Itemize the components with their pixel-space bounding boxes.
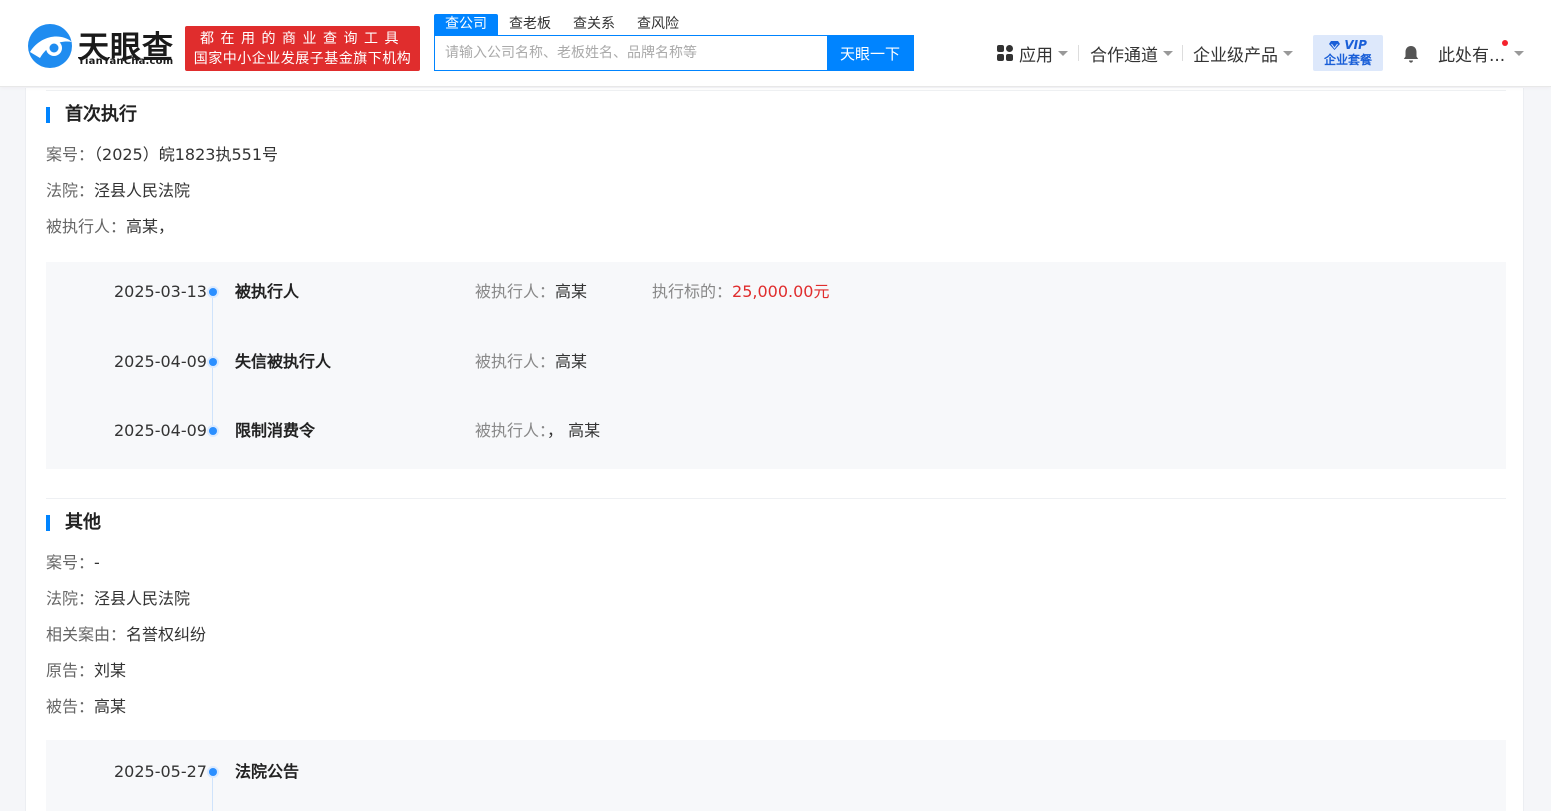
defendant-field: 被告：高某 xyxy=(46,696,126,718)
field-key: 相关案由： xyxy=(46,625,127,644)
logo-eye-icon xyxy=(28,24,72,68)
field-value: 泾县人民法院 xyxy=(94,181,191,200)
timeline-item[interactable]: 2025-04-09 失信被执行人 被执行人：高某 xyxy=(46,350,1506,374)
field-value: 名誉权纠纷 xyxy=(126,625,207,644)
vip-subtitle: 企业套餐 xyxy=(1323,53,1372,67)
tab-search-relation[interactable]: 查关系 xyxy=(562,14,626,35)
field-key: 案号： xyxy=(46,145,95,164)
nav-channel[interactable]: 合作通道 xyxy=(1090,35,1173,71)
court-field: 法院：泾县人民法院 xyxy=(46,180,190,202)
nav-channel-label: 合作通道 xyxy=(1090,45,1158,66)
timeline-item[interactable]: 2025-05-27 法院公告 xyxy=(46,760,1506,784)
nav-apps-label: 应用 xyxy=(1019,45,1053,66)
tab-search-boss[interactable]: 查老板 xyxy=(498,14,562,35)
timeline-date: 2025-04-09 xyxy=(114,352,207,371)
chevron-down-icon xyxy=(1514,50,1525,56)
timeline-date: 2025-04-09 xyxy=(114,421,207,440)
timeline-type: 限制消费令 xyxy=(235,421,316,440)
field-key: 原告： xyxy=(46,661,95,680)
timeline-party: 被执行人：高某 xyxy=(475,352,588,371)
search-box: 天眼一下 xyxy=(434,35,914,71)
case-number-field: 案号：- xyxy=(46,552,100,574)
user-menu[interactable]: 此处有... xyxy=(1438,35,1525,71)
vip-label: VIP xyxy=(1313,37,1383,53)
field-value: 高某 xyxy=(94,697,127,716)
nav-enterprise[interactable]: 企业级产品 xyxy=(1193,35,1293,71)
notification-dot xyxy=(1502,40,1508,46)
chevron-down-icon xyxy=(1058,50,1068,56)
field-value: 泾县人民法院 xyxy=(94,589,191,608)
timeline-item[interactable]: 2025-04-09 限制消费令 被执行人：， 高某 xyxy=(46,419,1506,443)
field-key: 被执行人： xyxy=(46,217,127,236)
tianyancha-logo[interactable]: 天眼查 TianYanCha.com xyxy=(26,22,176,72)
vip-enterprise-button[interactable]: VIP 企业套餐 xyxy=(1313,35,1383,71)
nav-divider xyxy=(1078,45,1079,61)
timeline-item[interactable]: 2025-03-13 被执行人 被执行人：高某 执行标的：25,000.00元 xyxy=(46,280,1506,304)
field-value: - xyxy=(94,553,100,572)
plaintiff-field: 原告：刘某 xyxy=(46,660,126,682)
field-value: 高某， xyxy=(126,217,175,236)
court-field: 法院：泾县人民法院 xyxy=(46,588,190,610)
executed-person-field: 被执行人：高某， xyxy=(46,216,174,238)
field-value: （2025）皖1823执551号 xyxy=(94,145,278,164)
bell-icon[interactable] xyxy=(1401,44,1421,64)
field-key: 案号： xyxy=(46,553,95,572)
timeline-date: 2025-05-27 xyxy=(114,762,207,781)
nav-divider xyxy=(1182,45,1183,61)
divider xyxy=(46,90,1506,91)
slogan-line-2: 国家中小企业发展子基金旗下机构 xyxy=(193,51,412,67)
chevron-down-icon xyxy=(1163,50,1173,56)
other-timeline: 2025-05-27 法院公告 xyxy=(46,740,1506,811)
main-nav: 应用 合作通道 企业级产品 xyxy=(996,35,1296,71)
timeline-dot xyxy=(209,288,217,296)
timeline-dot xyxy=(209,768,217,776)
logo-domain: TianYanCha.com xyxy=(78,56,174,67)
field-key: 法院： xyxy=(46,181,95,200)
field-value: 刘某 xyxy=(94,661,127,680)
slogan-banner: 都在用的商业查询工具 国家中小企业发展子基金旗下机构 xyxy=(185,26,420,71)
nav-apps[interactable]: 应用 xyxy=(996,35,1068,71)
section-title-other: 其他 xyxy=(46,513,101,533)
timeline-amount: 执行标的：25,000.00元 xyxy=(652,282,830,301)
section-divider xyxy=(46,498,1506,499)
timeline-dot xyxy=(209,427,217,435)
timeline-date: 2025-03-13 xyxy=(114,282,207,301)
top-header: 天眼查 TianYanCha.com 都在用的商业查询工具 国家中小企业发展子基… xyxy=(0,0,1551,87)
tab-search-risk[interactable]: 查风险 xyxy=(626,14,690,35)
timeline-type: 法院公告 xyxy=(235,762,300,781)
timeline-party: 被执行人：高某 xyxy=(475,282,588,301)
case-cause-field: 相关案由：名誉权纠纷 xyxy=(46,624,206,646)
field-key: 法院： xyxy=(46,589,95,608)
execution-timeline: 2025-03-13 被执行人 被执行人：高某 执行标的：25,000.00元 … xyxy=(46,262,1506,469)
timeline-party: 被执行人：， 高某 xyxy=(475,421,601,440)
user-name: 此处有... xyxy=(1438,45,1506,66)
nav-enterprise-label: 企业级产品 xyxy=(1193,45,1278,66)
case-number-field: 案号：（2025）皖1823执551号 xyxy=(46,144,278,166)
timeline-type: 被执行人 xyxy=(235,282,300,301)
tab-search-company[interactable]: 查公司 xyxy=(434,14,498,35)
search-tabs: 查公司 查老板 查关系 查风险 xyxy=(434,14,690,36)
search-input[interactable] xyxy=(435,36,827,70)
content-panel: 首次执行 案号：（2025）皖1823执551号 法院：泾县人民法院 被执行人：… xyxy=(25,88,1524,811)
apps-grid-icon xyxy=(997,45,1013,61)
field-key: 被告： xyxy=(46,697,95,716)
diamond-icon xyxy=(1329,41,1341,50)
search-button[interactable]: 天眼一下 xyxy=(827,36,913,70)
timeline-dot xyxy=(209,358,217,366)
section-title-first-execution: 首次执行 xyxy=(46,105,137,125)
timeline-type: 失信被执行人 xyxy=(235,352,332,371)
chevron-down-icon xyxy=(1283,50,1293,56)
slogan-line-1: 都在用的商业查询工具 xyxy=(200,31,405,47)
